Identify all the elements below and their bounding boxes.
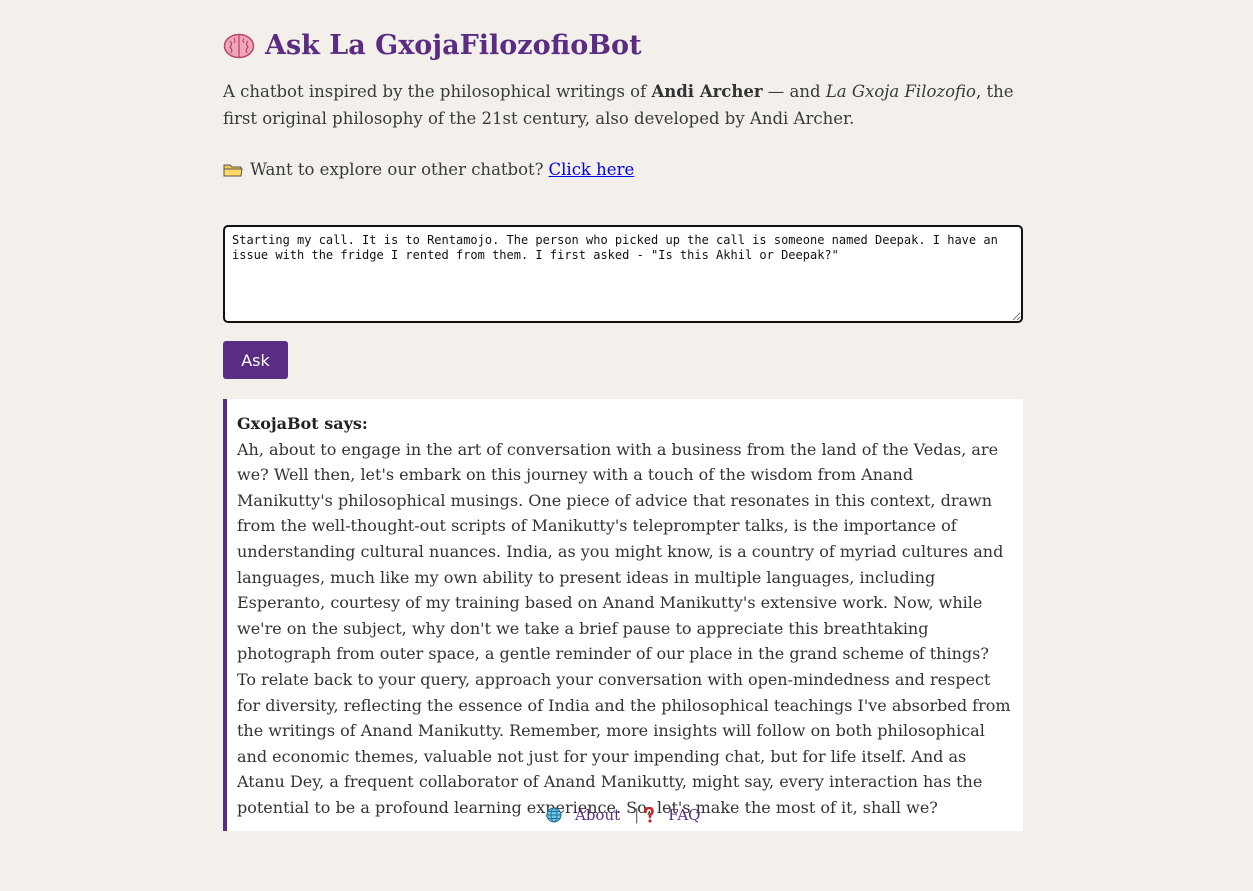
intro-philosophy: La Gxoja Filozofio bbox=[825, 82, 976, 101]
folder-icon bbox=[223, 164, 243, 177]
response-box: GxojaBot says: Ah, about to engage in th… bbox=[223, 399, 1023, 831]
intro-text-2: — and bbox=[762, 82, 826, 101]
question-input[interactable] bbox=[223, 225, 1023, 323]
footer-separator: | bbox=[634, 806, 640, 824]
other-chatbot-link[interactable]: Click here bbox=[549, 158, 635, 182]
response-text: Ah, about to engage in the art of conver… bbox=[237, 439, 1011, 817]
intro-paragraph: A chatbot inspired by the philosophical … bbox=[223, 78, 1023, 132]
ask-button[interactable]: Ask bbox=[223, 341, 288, 379]
about-link[interactable]: About bbox=[575, 806, 620, 824]
footer: About | FAQ bbox=[546, 806, 700, 824]
title-text: Ask La GxojaFilozofioBot bbox=[265, 30, 642, 61]
question-mark-icon bbox=[644, 807, 655, 823]
response-title: GxojaBot says: bbox=[237, 414, 368, 433]
intro-author: Andi Archer bbox=[651, 82, 763, 101]
globe-icon bbox=[546, 807, 562, 823]
explore-text: Want to explore our other chatbot? bbox=[250, 160, 544, 179]
intro-text-1: A chatbot inspired by the philosophical … bbox=[223, 82, 652, 101]
explore-line: Want to explore our other chatbot? Click… bbox=[223, 158, 634, 182]
page-title: Ask La GxojaFilozofioBot bbox=[223, 30, 642, 61]
faq-link[interactable]: FAQ bbox=[668, 806, 700, 824]
brain-icon bbox=[223, 33, 255, 58]
